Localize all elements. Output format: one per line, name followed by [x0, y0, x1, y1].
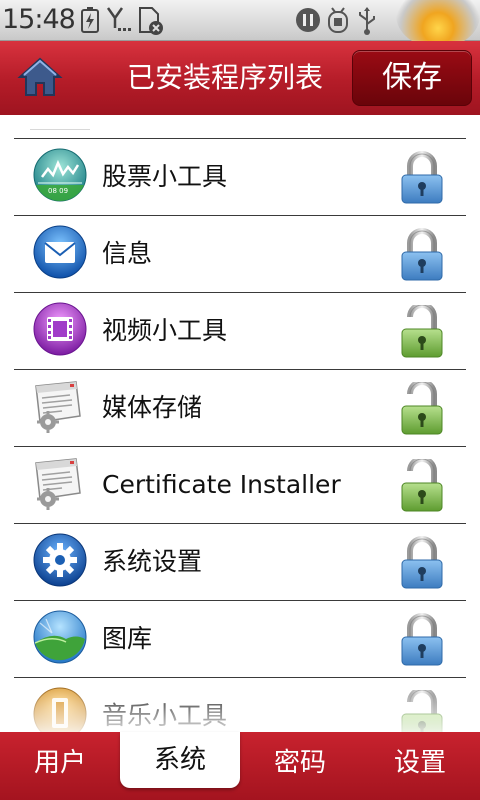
row-divider: [14, 600, 466, 601]
stocks-widget-icon: [32, 147, 88, 203]
unlock-icon[interactable]: [398, 459, 446, 513]
title-bar: 已安装程序列表 保存: [0, 41, 480, 115]
video-widget-icon: [32, 301, 88, 357]
lock-icon[interactable]: [398, 613, 446, 667]
settings-icon: [32, 532, 88, 588]
app-label: 媒体存储: [102, 393, 203, 422]
lock-icon[interactable]: [398, 228, 446, 282]
page-title: 已安装程序列表: [126, 61, 323, 94]
row-divider: [14, 292, 466, 293]
tab-settings[interactable]: 设置: [360, 732, 480, 800]
battery-charging-icon: [81, 7, 99, 33]
signal-icon: [106, 7, 131, 31]
tab-system[interactable]: 系统: [120, 732, 240, 788]
list-item-certificate-installer[interactable]: Certificate Installer: [0, 446, 480, 523]
tab-users[interactable]: 用户: [0, 732, 120, 800]
list-item-system-settings[interactable]: 系统设置: [0, 523, 480, 600]
default-app-icon: [32, 378, 88, 434]
app-label: 信息: [102, 239, 153, 268]
voicemail-icon: [296, 8, 320, 32]
app-label: Certificate Installer: [102, 470, 341, 499]
list-top-divider: [30, 129, 90, 130]
row-divider: [14, 677, 466, 678]
row-divider: [14, 369, 466, 370]
list-item-video-widget[interactable]: 视频小工具: [0, 292, 480, 369]
lock-icon[interactable]: [398, 536, 446, 590]
status-clock: 15:48: [2, 4, 76, 35]
list-item-messaging[interactable]: 信息: [0, 215, 480, 292]
list-item-gallery[interactable]: 图库: [0, 600, 480, 677]
unlock-icon[interactable]: [398, 382, 446, 436]
installed-apps-list[interactable]: 股票小工具 信息 视频小工具 媒体存储 Certificate Installe…: [0, 115, 480, 732]
messaging-icon: [32, 224, 88, 280]
music-widget-icon: [32, 686, 88, 732]
unlock-icon[interactable]: [398, 690, 446, 732]
app-label: 视频小工具: [102, 316, 228, 345]
save-button[interactable]: 保存: [352, 50, 472, 106]
list-item-media-storage[interactable]: 媒体存储: [0, 369, 480, 446]
unlock-icon[interactable]: [398, 305, 446, 359]
app-label: 音乐小工具: [102, 701, 228, 730]
list-item-music-widget[interactable]: 音乐小工具: [0, 677, 480, 732]
gallery-icon: [32, 609, 88, 665]
bottom-tab-bar: 用户 系统 密码 设置: [0, 732, 480, 800]
row-divider: [14, 215, 466, 216]
sim-error-icon: [139, 7, 163, 35]
row-divider: [14, 138, 466, 139]
home-icon[interactable]: [14, 51, 66, 103]
tab-password[interactable]: 密码: [240, 732, 360, 800]
default-app-icon: [32, 455, 88, 511]
usb-icon: [359, 7, 375, 35]
app-label: 股票小工具: [102, 162, 228, 191]
status-bar: 15:48: [0, 0, 480, 48]
row-divider: [14, 523, 466, 524]
usb-debug-icon: [328, 7, 348, 33]
app-label: 图库: [102, 624, 153, 653]
app-label: 系统设置: [102, 547, 203, 576]
list-item-stocks-widget[interactable]: 股票小工具: [0, 138, 480, 215]
lock-icon[interactable]: [398, 151, 446, 205]
